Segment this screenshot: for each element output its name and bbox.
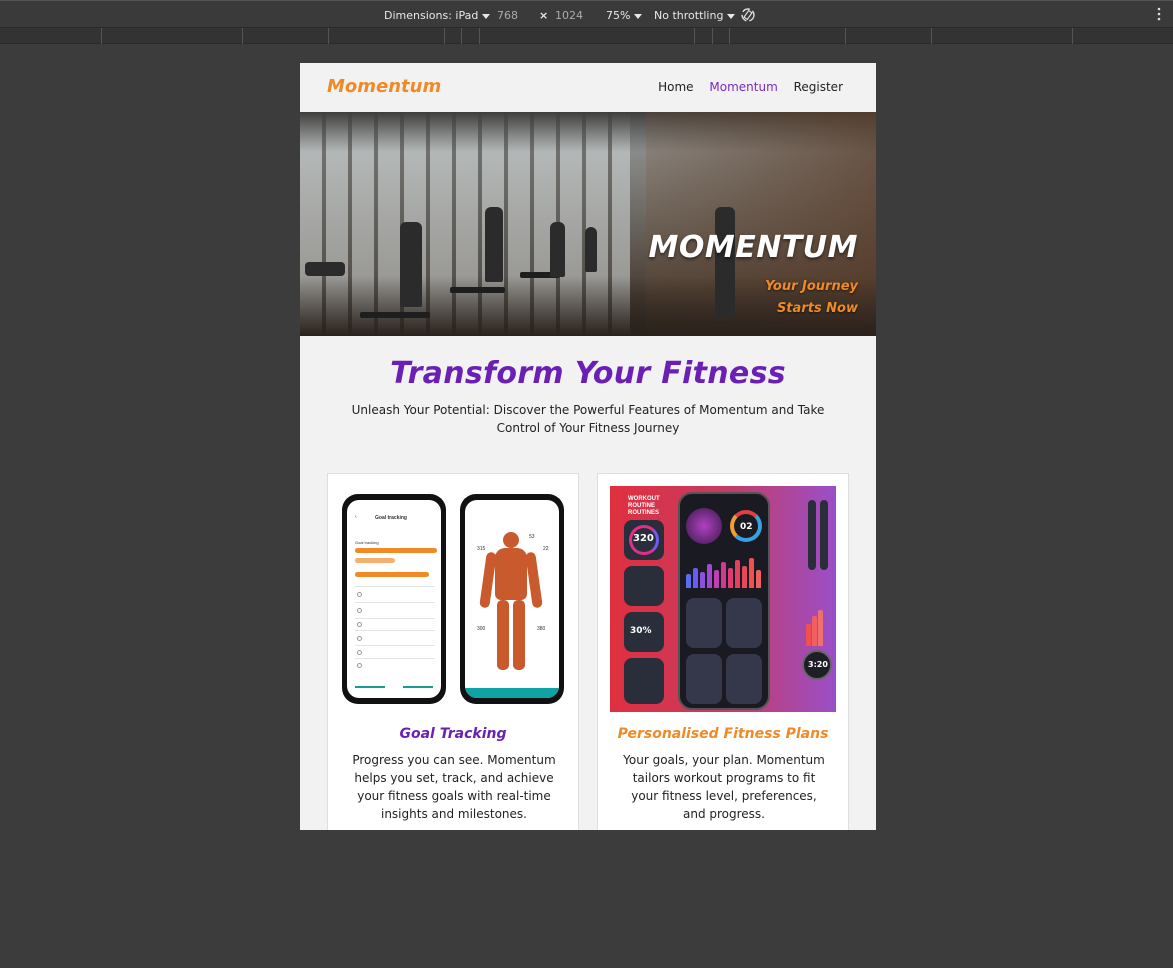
chevron-down-icon [727,13,736,19]
devtools-device-toolbar: Dimensions: iPad 768 × 1024 75% No throt… [0,0,1173,28]
dimensions-dropdown[interactable]: Dimensions: iPad [384,9,491,22]
width-input[interactable]: 768 [497,9,518,22]
treadmill [360,312,430,318]
hero-banner: MOMENTUM Your Journey Starts Now [300,112,876,336]
brand-logo[interactable]: Momentum [327,76,441,97]
card-description: Your goals, your plan. Momentum tailors … [623,753,825,821]
nav-link-momentum[interactable]: Momentum [709,80,777,94]
fitness-plans-image: WORKOUT ROUTINE ROUTINES 320 30% 02 3:20 [610,486,836,712]
dimensions-label: Dimensions: iPad [384,9,479,22]
anatomy-label: 315 [477,546,486,552]
hero-subtitle-line2: Starts Now [776,301,858,316]
dumbbell-rack [305,262,345,276]
navbar: Momentum Home Momentum Register [300,63,876,112]
throttling-label: No throttling [654,9,724,22]
chevron-down-icon [482,13,491,19]
emulated-page: Momentum Home Momentum Register MOMENTUM… [300,63,876,830]
feature-cards: ‹ Goal tracking Goal tracking 53 22 315 … [327,473,849,830]
anatomy-figure [503,532,519,548]
card-description: Progress you can see. Momentum helps you… [352,753,556,821]
feature-card-personalised-plans[interactable]: WORKOUT ROUTINE ROUTINES 320 30% 02 3:20… [597,473,849,830]
anatomy-label: 300 [477,626,486,632]
hero-subtitle-line1: Your Journey [765,279,858,294]
back-icon: ‹ [355,514,357,520]
phone-mockup: ‹ Goal tracking Goal tracking [342,494,446,704]
stat-value: 30% [630,626,652,636]
anatomy-label: 380 [537,626,546,632]
more-vert-icon[interactable] [1156,7,1162,24]
anatomy-label: 53 [529,534,535,540]
intro-section: Transform Your Fitness Unleash Your Pote… [300,336,876,437]
runner-figure [585,227,597,272]
treadmill [450,287,505,293]
runner-figure [400,222,422,307]
stat-value: 320 [633,533,654,544]
nav-link-register[interactable]: Register [794,80,843,94]
zoom-dropdown[interactable]: 75% [606,9,643,22]
throttling-dropdown[interactable]: No throttling [654,9,736,22]
app-phone-mockup: 02 [678,492,770,710]
stat-value: 02 [740,522,753,532]
media-query-ruler [0,28,1173,44]
nav-links: Home Momentum Register [646,80,843,94]
section-description: Unleash Your Potential: Discover the Pow… [351,403,825,435]
height-input[interactable]: 1024 [555,9,583,22]
phone-header: Goal tracking [375,515,407,521]
chevron-down-icon [634,13,643,19]
nav-link-home[interactable]: Home [658,80,693,94]
feature-card-goal-tracking[interactable]: ‹ Goal tracking Goal tracking 53 22 315 … [327,473,579,830]
times-icon: × [539,9,549,22]
runner-figure [485,207,503,282]
anatomy-label: 22 [543,546,549,552]
stat-value: 3:20 [808,660,828,669]
hero-title: MOMENTUM [648,230,858,265]
zoom-label: 75% [606,9,631,22]
card-title: Personalised Fitness Plans [617,726,829,742]
hero-subtitle: Your Journey Starts Now [765,276,858,320]
runner-figure [550,222,565,277]
rotate-icon[interactable] [740,7,756,26]
goal-tracking-image: ‹ Goal tracking Goal tracking 53 22 315 … [340,486,566,712]
collage-heading: WORKOUT ROUTINE ROUTINES [628,496,660,516]
phone-mockup: 53 22 315 300 380 [460,494,564,704]
phone-section-label: Goal tracking [355,540,379,545]
card-title: Goal Tracking [399,726,507,742]
section-heading: Transform Your Fitness [390,356,786,391]
